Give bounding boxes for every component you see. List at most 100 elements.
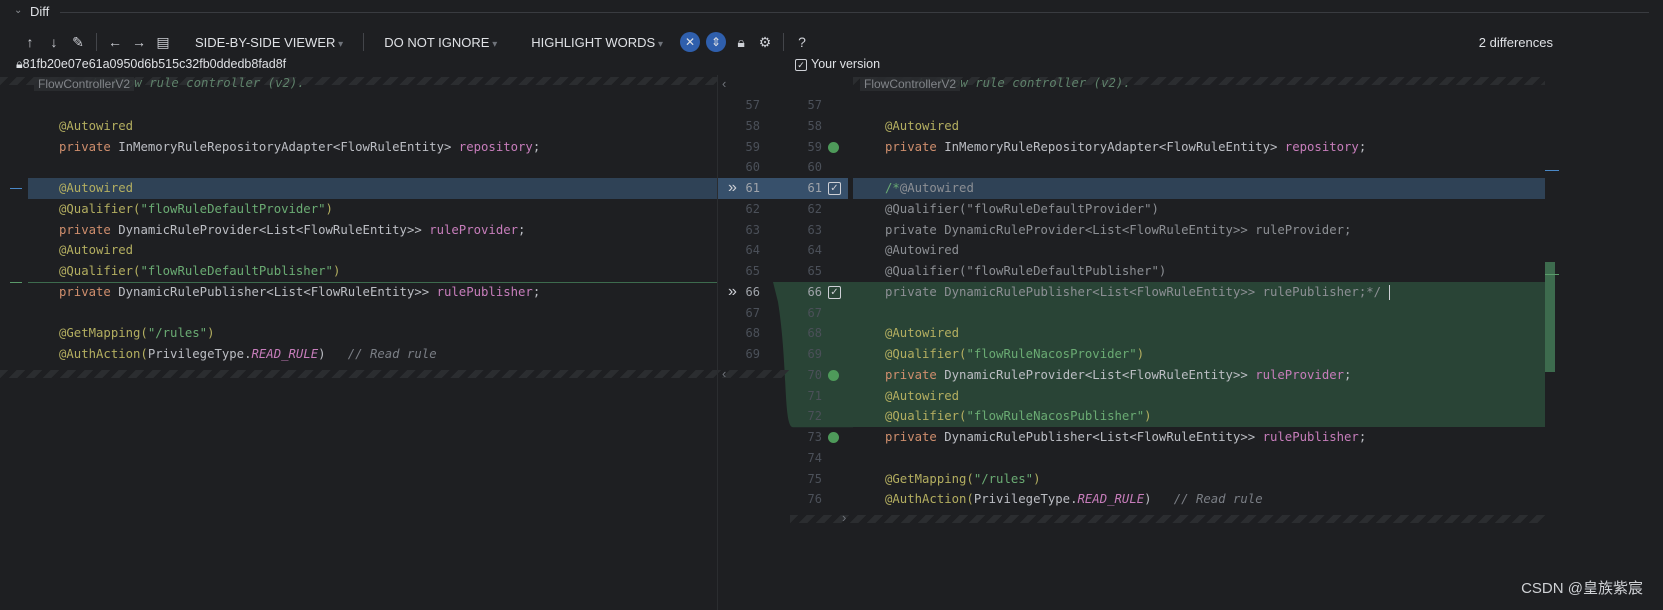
code-token: @Autowired [59,118,134,133]
code-token: @Qualifier("flowRuleDefaultProvider") [885,201,1159,216]
code-token: ) [332,264,341,278]
next-diff-icon[interactable]: ↓ [42,34,66,50]
line-number: 59 [745,139,760,154]
lock-icon[interactable]: 🔒︎ [729,34,753,51]
code-line: private DynamicRuleProvider<List<FlowRul… [59,220,525,241]
line-number: 64 [745,243,760,258]
code-token: private [885,139,945,154]
code-token: READ_RULE [251,347,319,361]
code-token: @Autowired [885,388,960,403]
code-token: private [885,430,945,444]
file-icon[interactable]: ▤ [151,34,175,51]
code-token: @GetMapping( [885,471,974,486]
code-token: PrivilegeType. [147,347,252,361]
line-number: 67 [807,305,822,320]
left-breadcrumb[interactable]: FlowControllerV2 [34,77,135,91]
bean-injection-icon[interactable] [828,432,839,443]
code-line: private DynamicRulePublisher<List<FlowRu… [885,282,1381,303]
code-token: "flowRuleNacosPublisher" [966,409,1145,424]
panel-title: Diff [30,4,50,19]
code-token: DynamicRuleProvider<List<FlowRuleEntity>… [118,222,430,237]
line-number: 62 [807,201,822,216]
fold-edge [790,515,1545,523]
code-token: repository [458,139,533,154]
code-line: @Qualifier("flowRuleNacosProvider") [885,344,1144,365]
line-number: 71 [807,388,822,403]
version-label: Your version [811,57,881,71]
prev-diff-icon[interactable]: ↑ [18,34,42,50]
code-token: "flowRuleDefaultProvider" [140,201,326,216]
divider [96,33,97,51]
line-number: 65 [807,264,822,278]
line-number: 72 [807,409,822,424]
fold-edge [0,370,790,378]
expand-left-icon[interactable]: ‹ [722,76,726,91]
expand-left-icon[interactable]: ‹ [722,366,726,381]
code-token: "flowRuleDefaultPublisher" [140,264,333,278]
code-token: private [885,367,945,382]
code-token: // Read rule [347,347,437,361]
code-token: @Autowired [899,181,974,195]
code-line: @Qualifier("flowRuleDefaultPublisher") [885,261,1166,282]
apply-change-icon[interactable]: » [728,178,737,198]
line-number: 68 [745,326,760,341]
bean-injection-icon[interactable] [828,369,839,381]
line-number: 66 [807,284,822,299]
collapse-unchanged-icon[interactable]: ✕ [680,32,701,52]
ignore-dropdown[interactable]: DO NOT IGNORE [384,35,497,50]
code-token: ) [1144,492,1174,507]
code-line: @Qualifier("flowRuleDefaultProvider") [885,199,1159,220]
your-version-checkbox[interactable]: ✓ Your version [795,57,880,71]
apply-change-icon[interactable]: » [728,282,737,302]
code-token: DynamicRuleProvider<List<FlowRuleEntity>… [944,367,1256,382]
code-token: repository [1284,139,1359,154]
code-token: @Qualifier( [885,347,967,361]
code-token: @Qualifier( [59,264,141,278]
code-token: rulePublisher [436,284,533,299]
edit-icon[interactable]: ✎ [66,34,90,51]
include-change-checkbox[interactable]: ✓ [828,285,841,299]
code-token: ) [1136,347,1145,361]
checkbox-icon: ✓ [795,59,807,71]
code-line: @Autowired [885,386,959,407]
code-token: @Autowired [885,243,960,258]
collapse-chevron-icon[interactable]: ⌄ [14,5,22,16]
code-line: @Autowired [59,240,133,261]
code-token: @Qualifier( [59,201,141,216]
line-number: 60 [807,160,822,175]
code-token: /* [885,181,900,195]
toolbar: ↑ ↓ ✎ ← → ▤ SIDE-BY-SIDE VIEWER DO NOT I… [18,32,814,52]
line-number: 64 [807,243,822,258]
forward-icon[interactable]: → [127,34,151,50]
insert-marker [1545,273,1559,275]
expand-right-icon[interactable]: › [842,510,846,525]
right-breadcrumb[interactable]: FlowControllerV2 [860,77,961,91]
code-token: READ_RULE [1077,492,1145,507]
highlight-dropdown[interactable]: HIGHLIGHT WORDS [531,35,663,50]
code-token: DynamicRulePublisher<List<FlowRuleEntity… [118,284,437,299]
gear-icon[interactable]: ⚙ [753,34,777,51]
code-token: ruleProvider [1255,367,1345,382]
bean-injection-icon[interactable] [828,141,839,153]
code-token: rulePublisher [1262,430,1359,444]
code-line: private InMemoryRuleRepositoryAdapter<Fl… [885,137,1366,158]
code-token: @Qualifier("flowRuleDefaultPublisher") [885,264,1167,278]
code-token: private [59,284,119,299]
code-token: @Autowired [885,118,960,133]
code-token: PrivilegeType. [973,492,1078,507]
code-token: DynamicRulePublisher<List<FlowRuleEntity… [944,430,1263,444]
help-icon[interactable]: ? [790,34,814,50]
code-token: ) [1033,471,1041,486]
scrollbar[interactable] [1545,262,1555,372]
back-icon[interactable]: ← [103,34,127,50]
code-token: ) [1144,409,1152,424]
code-token: private DynamicRulePublisher<List<FlowRu… [885,284,1382,299]
viewer-dropdown[interactable]: SIDE-BY-SIDE VIEWER [195,35,343,50]
code-token: InMemoryRuleRepositoryAdapter<FlowRuleEn… [944,139,1285,154]
code-token: ; [1344,367,1352,382]
sync-scroll-icon[interactable]: ⇕ [706,32,727,52]
include-change-checkbox[interactable]: ✓ [828,182,841,195]
line-number: 57 [807,98,822,112]
line-number: 60 [745,160,760,175]
code-line: @Qualifier("flowRuleDefaultProvider") [59,199,333,220]
